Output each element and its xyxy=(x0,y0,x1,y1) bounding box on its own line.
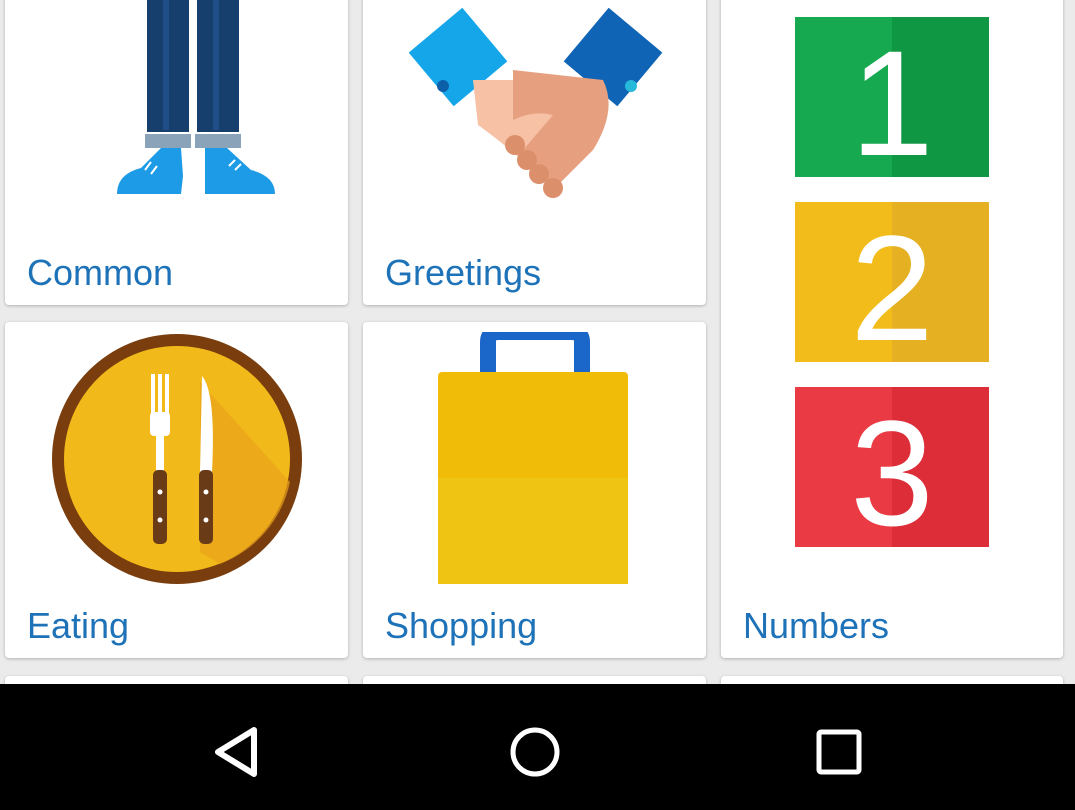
number-block-2: 2 xyxy=(795,202,989,372)
category-card-greetings[interactable]: Greetings xyxy=(363,0,706,305)
category-card-common[interactable]: Common xyxy=(5,0,348,305)
recents-icon xyxy=(816,729,862,775)
number-block-3: 3 xyxy=(795,387,989,549)
category-label-eating: Eating xyxy=(27,605,130,646)
navigation-bar xyxy=(0,684,1075,810)
person-legs-icon xyxy=(117,0,275,194)
category-card-numbers[interactable]: 1 2 3 Numbers xyxy=(721,0,1063,658)
handshake-icon xyxy=(408,7,663,198)
svg-text:3: 3 xyxy=(850,389,933,549)
category-label-greetings: Greetings xyxy=(385,252,542,293)
shopping-bag-icon xyxy=(438,332,628,584)
svg-text:2: 2 xyxy=(850,204,933,372)
home-button[interactable] xyxy=(495,712,575,792)
svg-text:1: 1 xyxy=(850,19,933,187)
back-button[interactable] xyxy=(196,712,276,792)
category-card-eating[interactable]: Eating xyxy=(5,322,348,658)
home-icon xyxy=(510,727,560,777)
number-block-1: 1 xyxy=(795,17,989,187)
back-icon xyxy=(215,727,257,777)
category-label-shopping: Shopping xyxy=(385,605,538,646)
recents-button[interactable] xyxy=(799,712,879,792)
numbers-blocks-icon: 1 2 3 xyxy=(795,17,989,549)
category-card-shopping[interactable]: Shopping xyxy=(363,322,706,658)
category-label-common: Common xyxy=(27,252,174,293)
plate-fork-knife-icon xyxy=(52,334,302,584)
category-label-numbers: Numbers xyxy=(743,605,890,646)
